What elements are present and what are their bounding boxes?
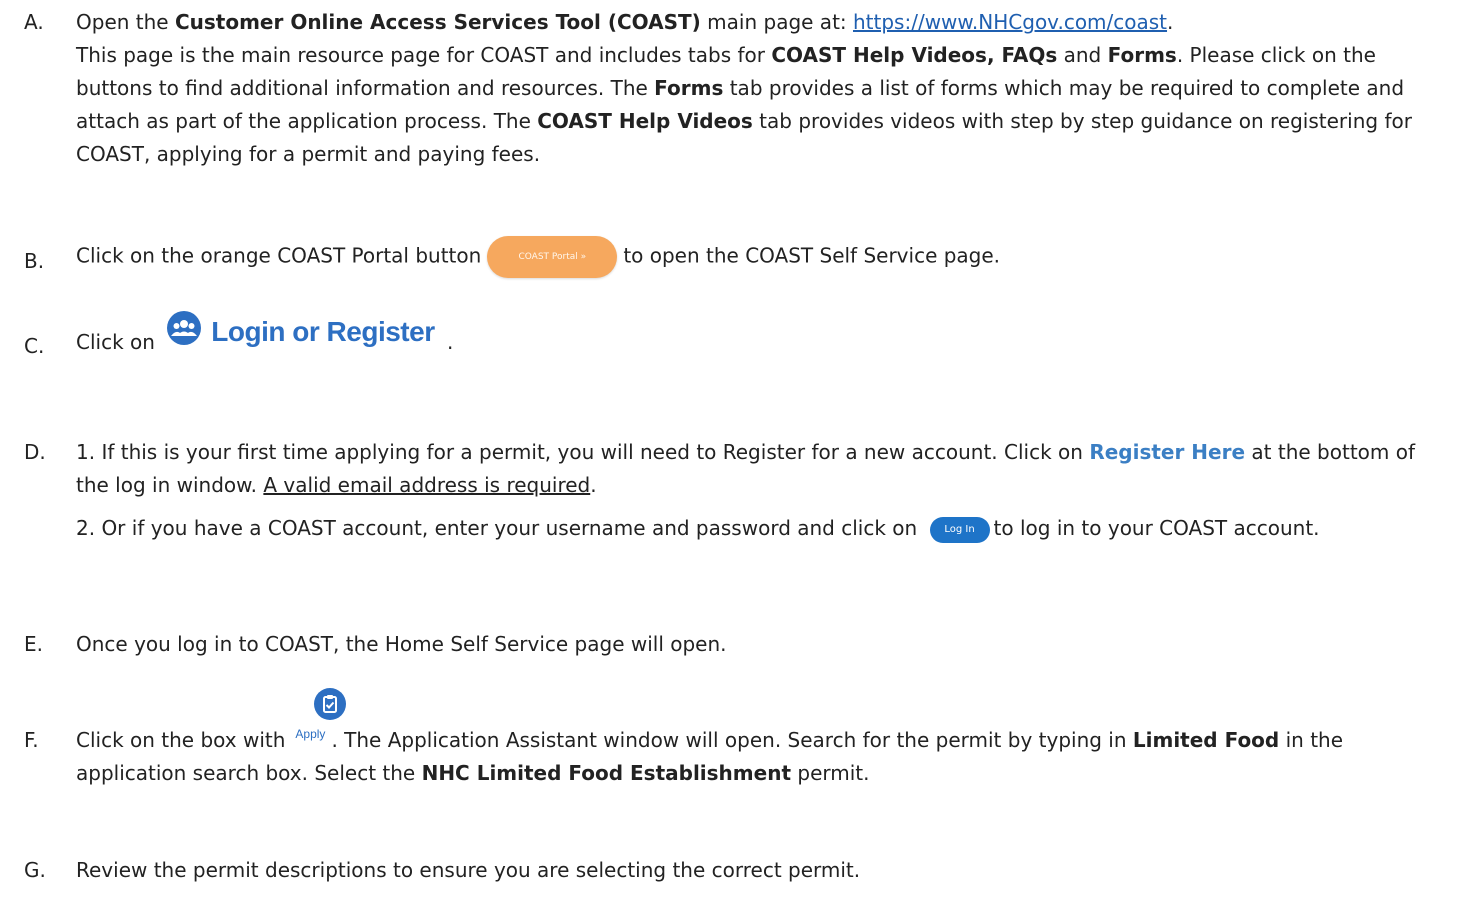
step-text: Open the Customer Online Access Services… bbox=[76, 6, 1446, 171]
text: . The Application Assistant window will … bbox=[331, 728, 1133, 752]
text: Click on the orange COAST Portal button bbox=[76, 243, 482, 268]
step-letter: D. bbox=[24, 440, 46, 464]
text: to log in to your COAST account. bbox=[993, 516, 1320, 540]
text: Review the permit descriptions to ensure… bbox=[76, 858, 861, 882]
text: Once you log in to COAST, the Home Self … bbox=[76, 632, 727, 656]
text: to open the COAST Self Service page. bbox=[623, 243, 1001, 268]
step-letter: B. bbox=[24, 249, 45, 273]
bold-text: Customer Online Access Services Tool (CO… bbox=[174, 10, 701, 34]
underlined-text: A valid email address is required bbox=[263, 473, 591, 497]
step-letter: F. bbox=[24, 728, 39, 752]
text: . bbox=[590, 473, 597, 497]
text: 2. Or if you have a COAST account, enter… bbox=[76, 516, 924, 540]
text: Click on bbox=[76, 330, 155, 354]
register-here-link[interactable]: Register Here bbox=[1089, 440, 1245, 464]
bold-text: COAST Help Videos, FAQs bbox=[771, 43, 1058, 67]
apply-label[interactable]: Apply bbox=[295, 718, 325, 751]
step-text: 1. If this is your first time applying f… bbox=[76, 436, 1446, 545]
step-text: Review the permit descriptions to ensure… bbox=[76, 854, 1446, 887]
step-text: Once you log in to COAST, the Home Self … bbox=[76, 628, 1446, 661]
bold-text: NHC Limited Food Establishment bbox=[421, 761, 792, 785]
step-letter: A. bbox=[24, 10, 44, 34]
text: Click on the box with bbox=[76, 728, 286, 752]
step-text: Click on the box with Apply. The Applicat… bbox=[76, 724, 1446, 790]
clipboard-check-icon[interactable] bbox=[314, 688, 346, 720]
text: 1. If this is your first time applying f… bbox=[76, 440, 1090, 464]
log-in-button[interactable]: Log In bbox=[929, 516, 990, 543]
text: and bbox=[1057, 43, 1108, 67]
text: Open the bbox=[76, 10, 175, 34]
text: . bbox=[446, 330, 454, 354]
users-group-icon[interactable] bbox=[167, 310, 202, 345]
text: permit. bbox=[791, 761, 870, 785]
login-or-register-link[interactable]: Login or Register bbox=[211, 315, 435, 348]
text: main page at: bbox=[700, 10, 853, 34]
coast-portal-button[interactable]: COAST Portal » bbox=[487, 236, 618, 278]
bold-text: Forms bbox=[1107, 43, 1177, 67]
step-text: Click on Login or Register . bbox=[76, 310, 1446, 361]
bold-text: Limited Food bbox=[1132, 728, 1280, 752]
bold-text: COAST Help Videos bbox=[537, 109, 753, 133]
step-letter: G. bbox=[24, 858, 46, 882]
text: This page is the main resource page for … bbox=[76, 43, 772, 67]
step-letter: C. bbox=[24, 334, 45, 358]
step-letter: E. bbox=[24, 632, 43, 656]
bold-text: Forms bbox=[654, 76, 724, 100]
text: . bbox=[1167, 10, 1174, 34]
coast-link[interactable]: https://www.NHCgov.com/coast bbox=[853, 10, 1167, 34]
step-text: Click on the orange COAST Portal button C… bbox=[76, 236, 1446, 278]
